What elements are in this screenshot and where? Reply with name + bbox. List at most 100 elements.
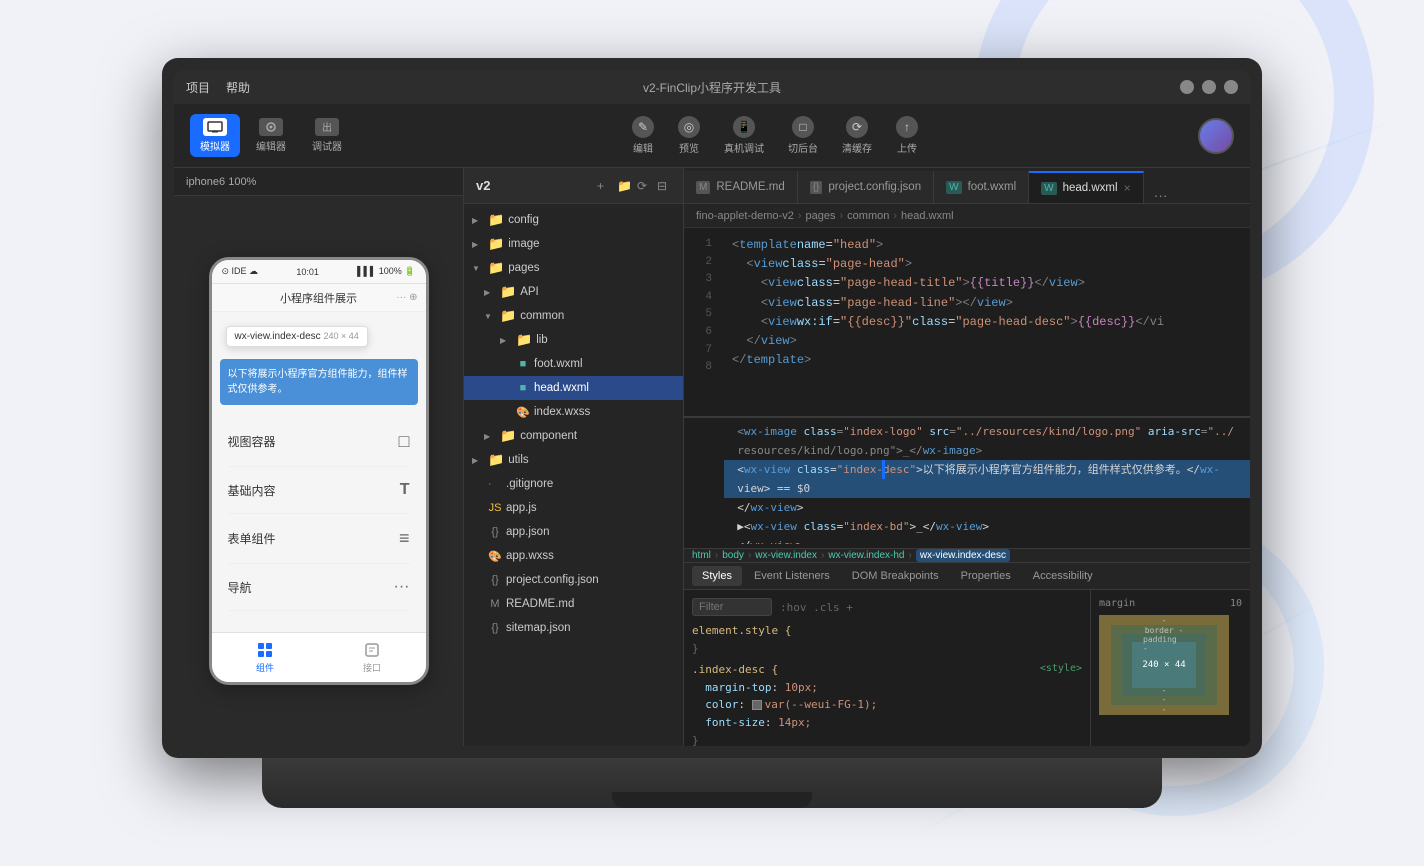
simulator-button[interactable]: 模拟器 — [190, 114, 240, 157]
svg-text:出: 出 — [322, 121, 332, 134]
tree-item-pages[interactable]: ▼ 📁 pages — [464, 256, 683, 280]
tab-foot-wxml[interactable]: W foot.wxml — [934, 171, 1029, 203]
laptop-notch — [612, 792, 812, 808]
preview-action[interactable]: ◎ 预览 — [668, 112, 710, 159]
tree-item-readme[interactable]: ▶ M README.md — [464, 592, 683, 616]
tab-head-wxml[interactable]: W head.wxml × — [1029, 171, 1143, 203]
iphone-title-bar: 小程序组件展示 ··· ⊕ — [212, 284, 426, 312]
tab-project-label: project.config.json — [828, 181, 921, 193]
clearcache-label: 清缓存 — [842, 140, 872, 155]
tree-item-config[interactable]: ▶ 📁 config — [464, 208, 683, 232]
tooltip-size: 240 × 44 — [323, 331, 358, 341]
clearcache-action[interactable]: ⟳ 清缓存 — [832, 112, 882, 159]
list-label-2: 表单组件 — [228, 530, 276, 547]
css-source-link[interactable]: <style> — [1040, 661, 1082, 677]
code-editor[interactable]: 12345678 <template name="head"> <view cl… — [684, 228, 1250, 416]
window-controls — [1180, 80, 1238, 94]
tree-item-sitemap[interactable]: ▶ {} sitemap.json — [464, 616, 683, 640]
file-tree: ▶ 📁 config ▶ 📁 image ▼ 📁 pages — [464, 204, 683, 746]
highlighted-text: 以下将展示小程序官方组件能力，组件样式仅供参考。 — [228, 369, 408, 395]
source-view: <wx-image class="index-logo" src="../res… — [684, 418, 1250, 548]
title-dots[interactable]: ··· ⊕ — [396, 292, 417, 303]
filetree-refresh-icon[interactable]: ⟳ — [637, 179, 651, 193]
menu-help[interactable]: 帮助 — [226, 79, 250, 96]
filetree-add-icon[interactable]: + — [597, 179, 611, 193]
dt-tab-events[interactable]: Event Listeners — [744, 566, 840, 586]
upload-action[interactable]: ↑ 上传 — [886, 112, 928, 159]
dt-tab-styles[interactable]: Styles — [692, 566, 742, 586]
tree-item-image[interactable]: ▶ 📁 image — [464, 232, 683, 256]
preview-device: ⊙ IDE ☁ 10:01 ▌▌▌ 100% 🔋 小程序组件展示 ··· ⊕ — [174, 196, 463, 746]
tab-close-icon[interactable]: × — [1124, 181, 1131, 195]
dt-tab-accessibility[interactable]: Accessibility — [1023, 566, 1103, 586]
tab-interface[interactable]: 接口 — [363, 641, 381, 674]
tree-item-head-wxml[interactable]: ▶ ■ head.wxml — [464, 376, 683, 400]
element-breadcrumb: html › body › wx-view.index › wx-view.in… — [684, 548, 1250, 562]
tab-more[interactable]: ··· — [1144, 187, 1178, 203]
filter-hint: :hov .cls + — [780, 601, 853, 614]
list-item[interactable]: 视图容器 □ — [228, 417, 410, 467]
tab-components[interactable]: 组件 — [256, 641, 274, 674]
tree-item-api[interactable]: ▶ 📁 API — [464, 280, 683, 304]
main-content: iphone6 100% ⊙ IDE ☁ 10:01 ▌▌▌ 100% 🔋 — [174, 168, 1250, 746]
elem-body[interactable]: body — [722, 550, 744, 561]
filetree-collapse-icon[interactable]: ⊟ — [657, 179, 671, 193]
list-item[interactable]: 表单组件 ≡ — [228, 514, 410, 564]
list-item[interactable]: 基础内容 T — [228, 467, 410, 514]
upload-label: 上传 — [897, 140, 917, 155]
elem-wxview-hd[interactable]: wx-view.index-hd — [828, 550, 904, 561]
tree-item-app-json[interactable]: ▶ {} app.json — [464, 520, 683, 544]
elem-wxview-index[interactable]: wx-view.index — [755, 550, 817, 561]
app-window: 项目 帮助 v2-FinClip小程序开发工具 模拟器 — [174, 70, 1250, 746]
code-content[interactable]: <template name="head"> <view class="page… — [720, 228, 1250, 416]
tree-item-index-wxss[interactable]: ▶ 🎨 index.wxss — [464, 400, 683, 424]
tree-item-common[interactable]: ▼ 📁 common — [464, 304, 683, 328]
bottom-pane: <wx-image class="index-logo" src="../res… — [684, 416, 1250, 746]
editor-button[interactable]: 编辑器 — [246, 114, 296, 157]
tab-project-config[interactable]: {} project.config.json — [798, 171, 934, 203]
window-title: v2-FinClip小程序开发工具 — [643, 79, 781, 96]
breadcrumb-item-1[interactable]: pages — [806, 210, 836, 222]
menu-project[interactable]: 项目 — [186, 79, 210, 96]
code-line-8 — [732, 370, 1250, 389]
tab-components-label: 组件 — [256, 661, 274, 674]
line-numbers: 12345678 — [684, 228, 720, 416]
bm-margin-bottom: - — [1162, 705, 1167, 714]
background-icon: □ — [792, 116, 814, 138]
debugger-button[interactable]: 出 调试器 — [302, 114, 352, 157]
dt-tab-properties[interactable]: Properties — [951, 566, 1021, 586]
list-icon-2: ≡ — [399, 528, 410, 549]
dt-tab-breakpoints[interactable]: DOM Breakpoints — [842, 566, 949, 586]
title-bar: 项目 帮助 v2-FinClip小程序开发工具 — [174, 70, 1250, 104]
preview-header: iphone6 100% — [174, 168, 463, 196]
minimize-button[interactable] — [1180, 80, 1194, 94]
list-item[interactable]: 导航 ··· — [228, 564, 410, 611]
realdevice-action[interactable]: 📱 真机调试 — [714, 112, 774, 159]
filter-input[interactable] — [692, 598, 772, 616]
tab-readme[interactable]: M README.md — [684, 171, 798, 203]
background-action[interactable]: □ 切后台 — [778, 112, 828, 159]
user-avatar[interactable] — [1198, 118, 1234, 154]
tree-item-gitignore[interactable]: ▶ · .gitignore — [464, 472, 683, 496]
edit-action[interactable]: ✎ 编辑 — [622, 112, 664, 159]
tree-item-project-json[interactable]: ▶ {} project.config.json — [464, 568, 683, 592]
tree-item-app-wxss[interactable]: ▶ 🎨 app.wxss — [464, 544, 683, 568]
tree-item-foot-wxml[interactable]: ▶ ■ foot.wxml — [464, 352, 683, 376]
code-line-2: <view class="page-head"> — [732, 255, 1250, 274]
src-line-7: </wx-view> — [724, 536, 1250, 544]
breadcrumb-item-2[interactable]: common — [847, 210, 889, 222]
breadcrumb-item-3[interactable]: head.wxml — [901, 210, 954, 222]
tree-item-component[interactable]: ▶ 📁 component — [464, 424, 683, 448]
tree-item-lib[interactable]: ▶ 📁 lib — [464, 328, 683, 352]
code-line-7: </template> — [732, 351, 1250, 370]
elem-wxview-desc[interactable]: wx-view.index-desc — [916, 549, 1010, 562]
maximize-button[interactable] — [1202, 80, 1216, 94]
box-model-margin-label: margin — [1099, 598, 1135, 609]
elem-html[interactable]: html — [692, 550, 711, 561]
breadcrumb-item-0[interactable]: fino-applet-demo-v2 — [696, 210, 794, 222]
tree-item-utils[interactable]: ▶ 📁 utils — [464, 448, 683, 472]
close-button[interactable] — [1224, 80, 1238, 94]
box-model-panel: margin 10 - border - — [1090, 590, 1250, 746]
filetree-folder-icon[interactable]: 📁 — [617, 179, 631, 193]
tree-item-app-js[interactable]: ▶ JS app.js — [464, 496, 683, 520]
